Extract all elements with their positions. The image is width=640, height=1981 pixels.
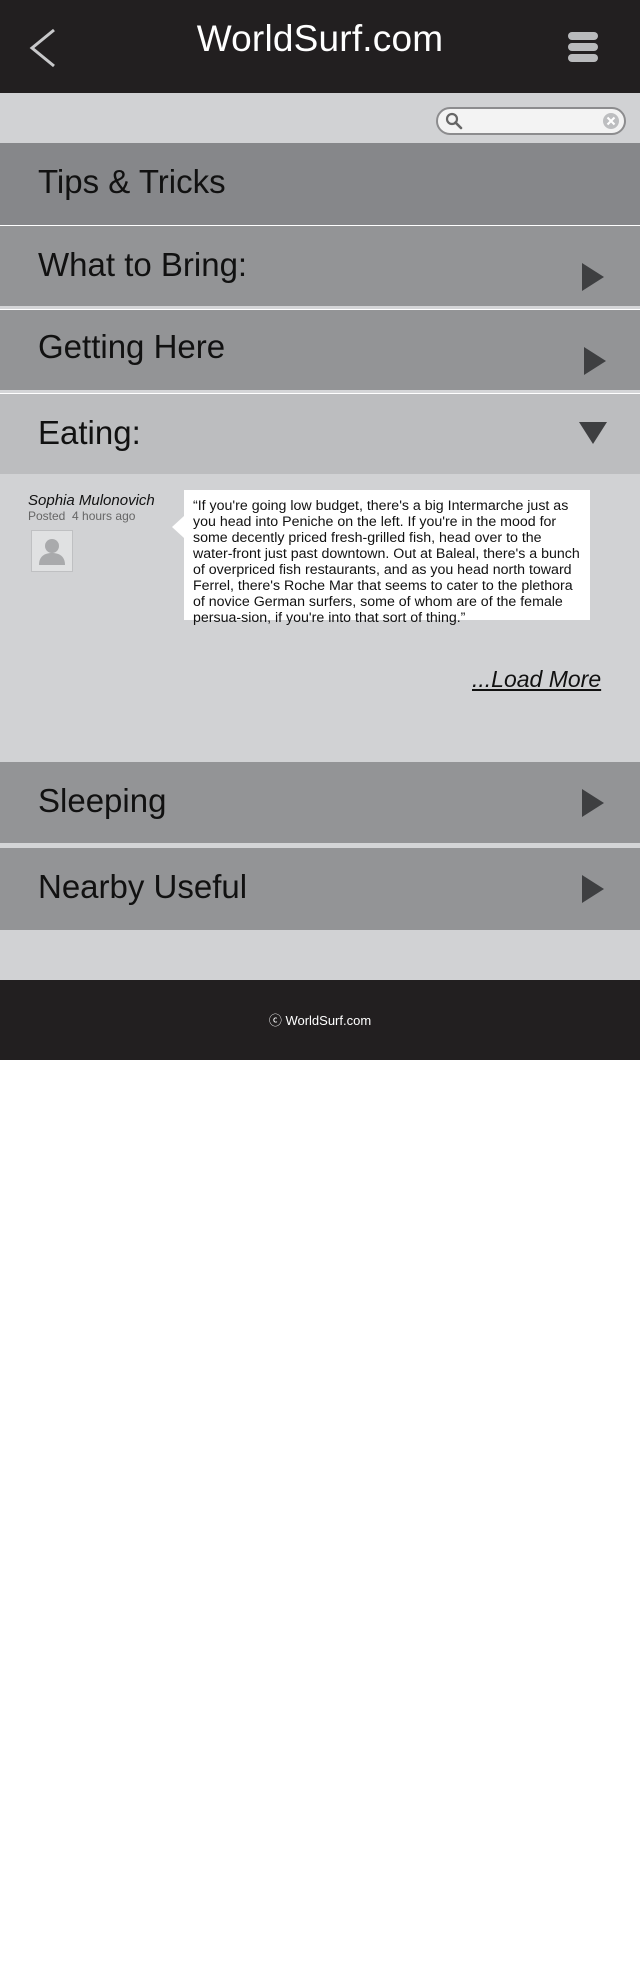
section-label: What to Bring: (38, 246, 248, 283)
post-meta: Posted 4 hours ago (28, 509, 135, 523)
search-input[interactable] (466, 111, 600, 133)
footer: ⓒ WorldSurf.com (0, 980, 640, 1060)
menu-icon[interactable] (568, 32, 598, 62)
tips-heading: Tips & Tricks (0, 143, 640, 225)
user-icon (39, 539, 65, 565)
load-more-link[interactable]: ...Load More (472, 666, 601, 693)
arrow-down-icon (579, 422, 607, 444)
header-bar: WorldSurf.com (0, 0, 640, 93)
section-label: Nearby Useful (38, 868, 248, 905)
section-label: Getting Here (38, 328, 226, 365)
posted-label: Posted (28, 509, 66, 523)
arrow-right-icon (582, 789, 604, 817)
post-author[interactable]: Sophia Mulonovich (28, 492, 155, 509)
arrow-right-icon (582, 875, 604, 903)
copyright-text: ⓒ WorldSurf.com (268, 1013, 372, 1028)
divider (0, 390, 640, 393)
section-getting-here[interactable]: Getting Here (0, 310, 640, 392)
spacer (0, 930, 640, 980)
posted-time: 4 hours ago (72, 509, 136, 523)
app-frame: WorldSurf.com Tips & Tricks What to Brin… (0, 0, 640, 1060)
post-bubble: “If you're going low budget, there's a b… (184, 490, 590, 626)
section-nearby-useful[interactable]: Nearby Useful (0, 848, 640, 930)
arrow-right-icon (584, 347, 606, 375)
divider (0, 306, 640, 309)
section-label: Eating: (38, 414, 141, 451)
section-what-to-bring[interactable]: What to Bring: (0, 226, 640, 308)
bubble-tail (172, 516, 184, 538)
tips-title: Tips & Tricks (38, 163, 226, 200)
clear-icon[interactable] (602, 112, 620, 130)
app-title: WorldSurf.com (196, 18, 444, 59)
search-box (436, 107, 626, 135)
arrow-right-icon (582, 263, 604, 291)
section-sleeping[interactable]: Sleeping (0, 762, 640, 844)
search-bar (0, 93, 640, 143)
section-eating[interactable]: Eating: (0, 394, 640, 474)
eating-panel: Sophia Mulonovich Posted 4 hours ago “If… (0, 474, 640, 762)
section-label: Sleeping (38, 782, 167, 819)
avatar[interactable] (31, 530, 73, 572)
search-icon (445, 112, 463, 130)
